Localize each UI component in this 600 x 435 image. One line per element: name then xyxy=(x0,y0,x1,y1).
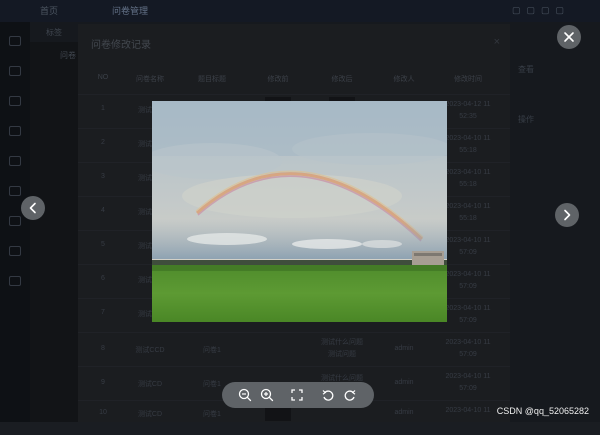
viewer-next-button[interactable] xyxy=(555,203,579,227)
fit-screen-icon xyxy=(291,389,303,401)
chevron-right-icon xyxy=(564,209,571,221)
rainbow-field-photo xyxy=(152,101,447,322)
chevron-left-icon xyxy=(29,202,36,214)
zoom-in-button[interactable] xyxy=(258,386,276,404)
zoom-out-button[interactable] xyxy=(236,386,254,404)
rotate-right-icon xyxy=(344,390,356,401)
rotate-right-button[interactable] xyxy=(341,386,359,404)
zoom-in-icon xyxy=(260,388,274,402)
viewer-toolbar xyxy=(222,382,374,408)
rotate-left-button[interactable] xyxy=(319,386,337,404)
zoom-out-icon xyxy=(238,388,252,402)
fit-screen-button[interactable] xyxy=(288,386,306,404)
rotate-left-icon xyxy=(322,390,334,401)
close-icon xyxy=(564,32,574,42)
watermark-text: CSDN @qq_52065282 xyxy=(496,406,589,416)
preview-image[interactable] xyxy=(152,101,447,322)
viewer-prev-button[interactable] xyxy=(21,196,45,220)
viewer-close-button[interactable] xyxy=(557,25,581,49)
